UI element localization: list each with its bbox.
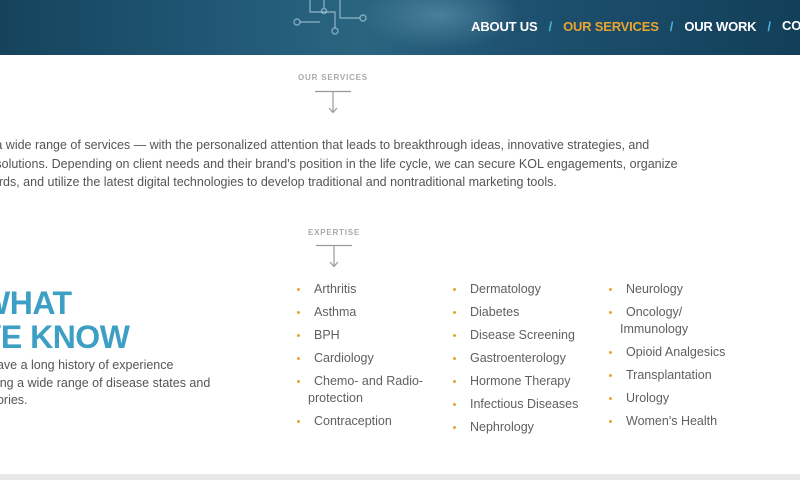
nav-contact[interactable]: CO xyxy=(782,18,800,33)
expertise-item-text: Disease Screening xyxy=(470,328,575,342)
expertise-list-item: BPH xyxy=(297,327,423,344)
expertise-list-item: Neurology xyxy=(609,281,725,298)
down-arrow-icon xyxy=(316,244,352,268)
expertise-list-item: Urology xyxy=(609,390,725,407)
nav-about-us[interactable]: ABOUT US xyxy=(471,19,537,34)
expertise-list-item: Hormone Therapy xyxy=(453,373,578,390)
nav-our-services[interactable]: OUR SERVICES xyxy=(563,19,659,34)
heading-line: VE KNOW xyxy=(0,319,130,355)
main-nav: ABOUT US / OUR SERVICES / OUR WORK / CO xyxy=(471,17,800,35)
expertise-item-text: Nephrology xyxy=(470,420,534,434)
down-arrow-icon xyxy=(315,90,351,114)
expertise-item-text: Gastroenterology xyxy=(470,351,566,365)
expertise-item-text: Urology xyxy=(626,391,670,405)
expertise-item-text: BPH xyxy=(314,328,340,342)
intro-line: de a wide range of services — with the p… xyxy=(0,138,650,152)
what-we-know-heading: WHAT VE KNOW xyxy=(0,285,130,355)
expertise-list-item: Diabetes xyxy=(453,304,578,321)
expertise-item-text: Arthritis xyxy=(314,282,357,296)
nav-separator: / xyxy=(767,18,771,34)
expertise-list-item: Asthma xyxy=(297,304,423,321)
expertise-list-item: Opioid Analgesics xyxy=(609,344,725,361)
expertise-list-item: Nephrology xyxy=(453,419,578,436)
expertise-item-text: Chemo- and Radio- xyxy=(314,374,424,388)
expertise-list-item: Chemo- and Radio-protection xyxy=(297,373,423,407)
expertise-item-text: Women's Health xyxy=(626,414,718,428)
intro-line: boards, and utilize the latest digital t… xyxy=(0,175,557,189)
expertise-list-item: Cardiology xyxy=(297,350,423,367)
expertise-item-text: Hormone Therapy xyxy=(470,374,571,388)
nav-separator: / xyxy=(548,18,553,34)
nav-contact-clip: CO xyxy=(782,17,800,35)
intro-line: ed solutions. Depending on client needs … xyxy=(0,156,678,171)
expertise-item-text: Dermatology xyxy=(470,282,541,296)
expertise-column-2: Dermatology Diabetes Disease Screening Gast… xyxy=(453,281,578,442)
expertise-column-1: Arthritis Asthma BPH Cardiology Chemo- and R… xyxy=(297,281,423,436)
expertise-section-label: EXPERTISE xyxy=(307,228,361,237)
expertise-item-text: Cardiology xyxy=(314,351,374,365)
expertise-item-text: Diabetes xyxy=(470,305,520,319)
expertise-list-item: Transplantation xyxy=(609,367,725,384)
footer-divider xyxy=(0,474,800,480)
expertise-list-item: Disease Screening xyxy=(453,327,578,344)
expertise-item-text: Oncology/ xyxy=(626,305,683,319)
expertise-item-text: Contraception xyxy=(314,414,392,428)
text-line: have a long history of experience xyxy=(0,358,174,372)
expertise-item-text: Neurology xyxy=(626,282,683,296)
expertise-list-item: Gastroenterology xyxy=(453,350,578,367)
circuit-graphic-icon xyxy=(293,0,367,35)
expertise-column-3: Neurology Oncology/Immunology Opioid Analg… xyxy=(609,281,725,436)
what-we-know-text: have a long history of experience ning a… xyxy=(0,357,210,410)
nav-separator: / xyxy=(669,18,674,34)
services-intro-paragraph: de a wide range of services — with the p… xyxy=(0,136,720,192)
text-line: ning a wide range of disease states and xyxy=(0,375,211,390)
heading-line: WHAT xyxy=(0,285,72,321)
services-section-label: OUR SERVICES xyxy=(298,73,368,82)
expertise-list-item: Infectious Diseases xyxy=(453,396,578,413)
expertise-item-text: Opioid Analgesics xyxy=(626,345,726,359)
expertise-list-item: Arthritis xyxy=(297,281,423,298)
expertise-item-text: Immunology xyxy=(620,322,689,336)
nav-our-work[interactable]: OUR WORK xyxy=(684,19,756,34)
expertise-list-item: Dermatology xyxy=(453,281,578,298)
expertise-item-text: protection xyxy=(308,391,363,405)
header-banner: ABOUT US / OUR SERVICES / OUR WORK / CO xyxy=(0,0,800,55)
text-line: gories. xyxy=(0,393,28,407)
expertise-item-text: Transplantation xyxy=(626,368,712,382)
expertise-list-item: Women's Health xyxy=(609,413,725,430)
expertise-item-text: Infectious Diseases xyxy=(470,397,579,411)
expertise-list-item: Oncology/Immunology xyxy=(609,304,725,338)
expertise-item-text: Asthma xyxy=(314,305,357,319)
expertise-list-item: Contraception xyxy=(297,413,423,430)
